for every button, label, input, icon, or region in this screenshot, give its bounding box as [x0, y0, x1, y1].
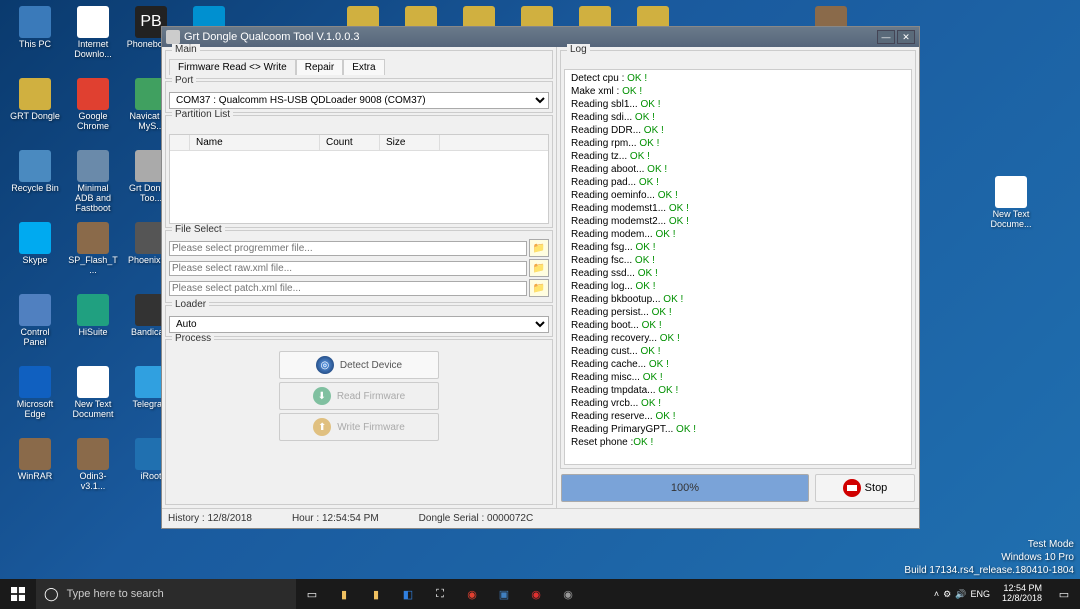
desktop-icon[interactable]: New Text Document [68, 366, 118, 420]
taskbar-app-photoshop[interactable]: ▣ [488, 579, 520, 609]
taskbar-app-grt[interactable]: ◉ [552, 579, 584, 609]
status-bar: History : 12/8/2018 Hour : 12:54:54 PM D… [162, 508, 919, 528]
desktop-icon[interactable]: Recycle Bin [10, 150, 60, 194]
desktop-icon[interactable]: New Text Docume... [986, 176, 1036, 230]
taskbar-app-edge[interactable]: ◧ [392, 579, 424, 609]
tray-lang[interactable]: ENG [970, 589, 990, 599]
desktop-icon[interactable]: Skype [10, 222, 60, 266]
loader-group-label: Loader [172, 299, 209, 310]
search-box[interactable]: ◯ Type here to search [36, 579, 296, 609]
taskbar-app-explorer[interactable]: ▮ [328, 579, 360, 609]
desktop-icon[interactable]: HiSuite [68, 294, 118, 338]
desktop-icon[interactable]: Control Panel [10, 294, 60, 348]
rawxml-file-input[interactable] [169, 261, 527, 276]
taskbar-clock[interactable]: 12:54 PM 12/8/2018 [996, 584, 1048, 604]
desktop-icon[interactable]: SP_Flash_T... [68, 222, 118, 276]
stop-button[interactable]: Stop [815, 474, 915, 502]
stop-icon [843, 479, 861, 497]
partition-table[interactable]: Name Count Size [169, 134, 549, 224]
log-output[interactable]: Detect cpu : OK !Make xml : OK !Reading … [564, 69, 912, 465]
port-select[interactable]: COM37 : Qualcomm HS-USB QDLoader 9008 (C… [169, 92, 549, 109]
browse-programmer-button[interactable]: 📁 [529, 239, 549, 257]
desktop-icon[interactable]: Microsoft Edge [10, 366, 60, 420]
system-info-watermark: Test Mode Windows 10 Pro Build 17134.rs4… [904, 538, 1074, 577]
tab-extra[interactable]: Extra [343, 59, 384, 75]
programmer-file-input[interactable] [169, 241, 527, 256]
minimize-button[interactable]: — [877, 30, 895, 44]
desktop-icon[interactable]: Minimal ADB and Fastboot [68, 150, 118, 214]
title-bar[interactable]: Grt Dongle Qualcoom Tool V.1.0.0.3 — ✕ [162, 27, 919, 47]
browse-patchxml-button[interactable]: 📁 [529, 279, 549, 297]
taskbar-app-store[interactable]: ⛶ [424, 579, 456, 609]
app-window: Grt Dongle Qualcoom Tool V.1.0.0.3 — ✕ M… [161, 26, 920, 529]
main-group-label: Main [172, 44, 200, 55]
read-firmware-button[interactable]: ⬇Read Firmware [279, 382, 439, 410]
taskbar: ◯ Type here to search ▭ ▮ ▮ ◧ ⛶ ◉ ▣ ◉ ◉ … [0, 579, 1080, 609]
status-history: History : 12/8/2018 [168, 513, 252, 524]
taskbar-app-chrome[interactable]: ◉ [456, 579, 488, 609]
tab-bar: Firmware Read <> Write Repair Extra [169, 59, 549, 75]
cortana-icon: ◯ [44, 586, 59, 602]
progress-bar: 100% [561, 474, 809, 502]
window-title: Grt Dongle Qualcoom Tool V.1.0.0.3 [184, 31, 875, 43]
tab-repair[interactable]: Repair [296, 59, 343, 75]
tray-volume-icon[interactable]: 🔊 [955, 589, 966, 600]
fileselect-group-label: File Select [172, 224, 225, 235]
patchxml-file-input[interactable] [169, 281, 527, 296]
desktop-icon[interactable]: Google Chrome [68, 78, 118, 132]
windows-icon [11, 587, 25, 601]
desktop-icon[interactable]: Internet Downlo... [68, 6, 118, 60]
app-icon [166, 30, 180, 44]
status-serial: Dongle Serial : 0000072C [419, 513, 534, 524]
tray-network-icon[interactable]: ⚙ [943, 589, 951, 600]
desktop-icon[interactable]: WinRAR [10, 438, 60, 482]
status-hour: Hour : 12:54:54 PM [292, 513, 379, 524]
desktop-icon[interactable]: Odin3-v3.1... [68, 438, 118, 492]
action-center-button[interactable]: ▭ [1048, 579, 1080, 609]
loader-select[interactable]: Auto [169, 316, 549, 333]
process-group-label: Process [172, 333, 214, 344]
start-button[interactable] [0, 579, 36, 609]
tab-firmware[interactable]: Firmware Read <> Write [169, 59, 296, 75]
taskbar-app-folder[interactable]: ▮ [360, 579, 392, 609]
close-button[interactable]: ✕ [897, 30, 915, 44]
port-group-label: Port [172, 75, 196, 86]
desktop-icon[interactable]: GRT Dongle [10, 78, 60, 122]
task-view-button[interactable]: ▭ [296, 579, 328, 609]
desktop-icon[interactable]: This PC [10, 6, 60, 50]
taskbar-app-phoenix[interactable]: ◉ [520, 579, 552, 609]
log-group-label: Log [567, 44, 590, 55]
detect-device-button[interactable]: ◎Detect Device [279, 351, 439, 379]
system-tray[interactable]: ˄ ⚙ 🔊 ENG [928, 589, 996, 600]
browse-rawxml-button[interactable]: 📁 [529, 259, 549, 277]
tray-up-icon[interactable]: ˄ [934, 589, 939, 599]
partition-group-label: Partition List [172, 109, 233, 120]
write-firmware-button[interactable]: ⬆Write Firmware [279, 413, 439, 441]
